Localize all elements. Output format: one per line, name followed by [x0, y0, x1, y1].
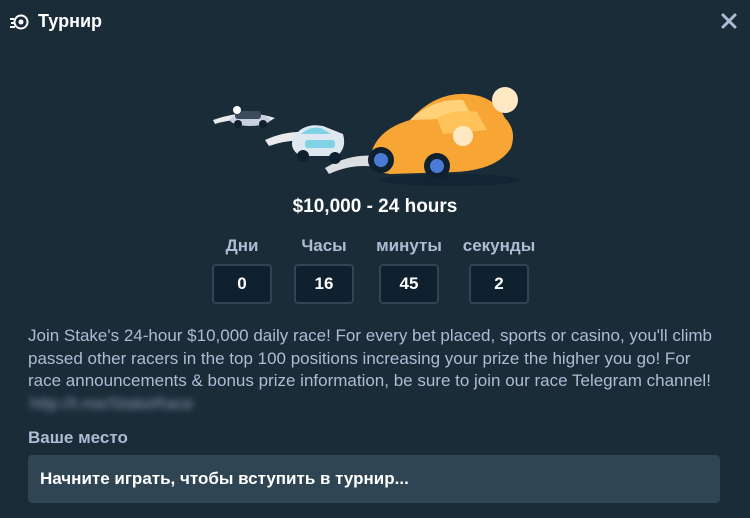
- seconds-value: 2: [469, 264, 529, 304]
- close-icon[interactable]: [720, 12, 738, 30]
- telegram-link[interactable]: http://t.me/StakeRace: [30, 393, 193, 416]
- your-place-status[interactable]: Начните играть, чтобы вступить в турнир.…: [28, 455, 720, 503]
- seconds-label: секунды: [462, 236, 536, 255]
- description-text: Join Stake's 24-hour $10,000 daily race!…: [28, 326, 713, 390]
- countdown-minutes: минуты 45: [372, 236, 446, 304]
- minutes-value: 45: [379, 264, 439, 304]
- modal-title: Турнир: [38, 11, 103, 31]
- minutes-label: минуты: [376, 236, 442, 255]
- days-value: 0: [212, 264, 272, 304]
- countdown: Дни 0 Часы 16 минуты 45 секунды 2: [0, 236, 750, 316]
- your-place-label: Ваше место: [28, 428, 128, 447]
- hours-label: Часы: [301, 236, 347, 255]
- race-modal: Турнир $10,000 - 24 hours Дни 0 Часы 16 …: [0, 0, 750, 518]
- countdown-days: Дни 0: [210, 236, 274, 304]
- days-label: Дни: [225, 236, 259, 255]
- race-cars-illustration: [213, 87, 520, 186]
- race-description: Join Stake's 24-hour $10,000 daily race!…: [28, 325, 728, 415]
- countdown-hours: Часы 16: [292, 236, 356, 304]
- race-icon: [10, 14, 29, 30]
- countdown-seconds: секунды 2: [458, 236, 540, 304]
- hours-value: 16: [294, 264, 354, 304]
- prize-title: $10,000 - 24 hours: [292, 196, 458, 217]
- modal-header: Турнир: [0, 0, 750, 44]
